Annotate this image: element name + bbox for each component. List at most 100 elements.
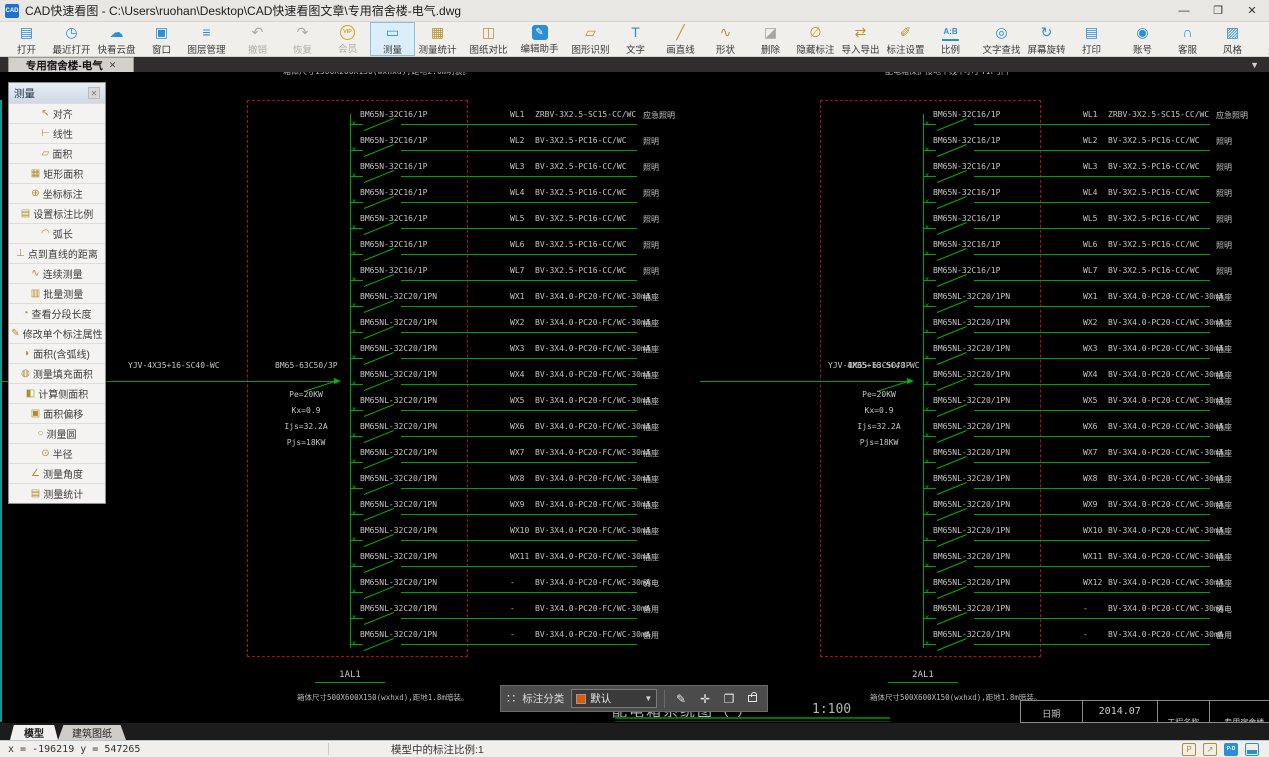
measure-item-continuous-measure[interactable]: ∿ 连续测量: [9, 263, 105, 283]
row-breaker-label: BM65NL-32C20/1PN: [360, 578, 438, 587]
measure-item-edit-annotation[interactable]: ✎ 修改单个标注属性: [9, 323, 105, 343]
toolbar-button-import-export[interactable]: ⇄ 导入导出: [838, 22, 883, 56]
feeder-cable-label: YJV-4X35+16-SC40-WC: [128, 361, 220, 370]
row-load-label: 插座: [643, 449, 659, 458]
toolbar-button-annotation-settings[interactable]: ✐ 标注设置: [883, 22, 928, 56]
toolbar-button-print[interactable]: ▤ 打印: [1069, 22, 1114, 56]
measure-item-fill-area[interactable]: ◍ 测量填充面积: [9, 363, 105, 383]
measure-item-area[interactable]: ▱ 面积: [9, 143, 105, 163]
toolbar-button-cloud[interactable]: ☁ 快看云盘: [94, 22, 139, 56]
toolbar-button-label: 图层管理: [187, 45, 226, 56]
measure-item-rect-area[interactable]: ▦ 矩形面积: [9, 163, 105, 183]
toolbar-button-compare[interactable]: ◫ 图纸对比: [466, 22, 511, 56]
measure-item-align-measure[interactable]: ↖ 对齐: [9, 103, 105, 123]
toolbar-button-scale[interactable]: A:B 比例: [928, 22, 973, 56]
move-annotation-icon[interactable]: ✛: [696, 692, 714, 706]
measure-button[interactable]: ▭ 测量: [370, 22, 415, 56]
measure-item-coordinate-annotation[interactable]: ⊕ 坐标标注: [9, 183, 105, 203]
toolbar-button-open-folder[interactable]: ▤ 打开: [4, 22, 49, 56]
measure-item-side-area[interactable]: ◧ 计算侧面积: [9, 383, 105, 403]
drawing-canvas[interactable]: 箱体尺寸1300X200X130(wxhxd),距地2.0m明装。 配电箱保护接…: [0, 72, 1269, 723]
chevron-down-icon[interactable]: ▼: [1250, 60, 1259, 70]
measure-item-area-offset[interactable]: ▣ 面积偏移: [9, 403, 105, 423]
switch-x-mark: ×: [925, 223, 930, 231]
toolbar-button-support-headset[interactable]: ∩ 客服: [1165, 22, 1210, 56]
copy-annotation-icon[interactable]: ❐: [720, 692, 738, 706]
toolbar-button-measure-stats[interactable]: ▦ 测量统计: [415, 22, 460, 56]
measure-item-radius[interactable]: ⊙ 半径: [9, 443, 105, 463]
restore-button[interactable]: ❐: [1201, 0, 1235, 22]
toolbar-button-vip[interactable]: VIP 会员: [325, 22, 370, 56]
switch-x-mark: ×: [352, 197, 357, 205]
tab-close-icon[interactable]: ✕: [109, 60, 117, 71]
toolbar-button-window[interactable]: ▣ 窗口: [139, 22, 184, 56]
document-tab[interactable]: 专用宿舍楼-电气 ✕: [8, 57, 134, 72]
row-cable-spec: BV-3X4.0-PC20-CC/WC-30mA: [1108, 370, 1224, 379]
layout-tab-model[interactable]: 模型: [10, 725, 58, 740]
toolbar-button-account[interactable]: ◉ 账号: [1120, 22, 1165, 56]
toolbar-button-recent-clock[interactable]: ◷ 最近打开: [49, 22, 94, 56]
pdf-tool-icon[interactable]: P: [1182, 742, 1196, 756]
measure-item-measure-angle[interactable]: ∠ 测量角度: [9, 463, 105, 483]
close-button[interactable]: ✕: [1235, 0, 1269, 22]
measure-item-measure-circle[interactable]: ○ 测量圆: [9, 423, 105, 443]
toolbar-button-layers[interactable]: ≡ 图层管理: [184, 22, 229, 56]
toolbar-button-screen-rotate[interactable]: ↻ 屏幕旋转: [1024, 22, 1069, 56]
row-circuit-id: WX10: [510, 526, 530, 535]
switch-x-mark: ×: [925, 639, 930, 647]
row-cable-spec: BV-3X4.0-PC20-CC/WC-30mA: [1108, 552, 1224, 561]
measure-item-label: 对齐: [52, 110, 73, 121]
toolbar-button-eraser[interactable]: ◪ 删除: [748, 22, 793, 56]
minimize-button[interactable]: —: [1167, 0, 1201, 22]
toolbar-button-style[interactable]: ▨ 风格: [1210, 22, 1255, 56]
point-to-line-icon: ⊥: [16, 248, 25, 259]
toolbar-button-text[interactable]: T 文字: [613, 22, 658, 56]
toolbar-button-hide-annotation[interactable]: ∅ 隐藏标注: [793, 22, 838, 56]
row-load-label: 插座: [1216, 319, 1232, 328]
close-icon[interactable]: ✕: [88, 87, 100, 99]
row-circuit-id: WL2: [510, 136, 525, 145]
breaker-param: Pe=20KW: [289, 390, 323, 399]
row-breaker-label: BM65NL-32C20/1PN: [360, 526, 438, 535]
measure-item-arc-length[interactable]: ◠ 弧长: [9, 223, 105, 243]
chevron-down-icon: ▼: [644, 694, 653, 703]
grid-icon[interactable]: ∷: [507, 691, 515, 707]
annotation-class-dropdown[interactable]: 默认 ▼: [571, 689, 658, 708]
measure-item-batch-measure[interactable]: ▥ 批量测量: [9, 283, 105, 303]
row-circuit-id: WX4: [510, 370, 525, 379]
toolbar-button-label: 测量: [382, 45, 402, 56]
row-load-label: 插座: [1216, 449, 1232, 458]
edit-annotation-icon[interactable]: ✎: [672, 692, 690, 706]
measure-item-area-with-arc[interactable]: ◗ 面积(含弧线): [9, 343, 105, 363]
measure-panel-header[interactable]: 测量 ✕: [9, 83, 105, 103]
panel-toggle-icon[interactable]: [1245, 742, 1259, 756]
toolbar-button-shapes[interactable]: ∿ 形状: [703, 22, 748, 56]
toolbar-button-shape-recognize[interactable]: ▱ 图形识别: [568, 22, 613, 56]
layout-tab-sheet[interactable]: 建筑图纸: [58, 725, 126, 740]
measure-circle-icon: ○: [37, 428, 44, 439]
lock-annotation-icon[interactable]: [748, 692, 757, 702]
row-load-label: 照明: [643, 137, 659, 146]
row-load-label: 插座: [1216, 475, 1232, 484]
row-cable-spec: BV-3X4.0-PC20-FC/WC-30mA: [535, 344, 651, 353]
toolbar-button-text-search[interactable]: ◎ 文字查找: [979, 22, 1024, 56]
toolbar-button-about[interactable]: ⓘ关于: [1255, 22, 1269, 56]
measure-item-measure-stats[interactable]: ▤ 测量统计: [9, 483, 105, 503]
measure-item-annotation-scale[interactable]: ▤ 设置标注比例: [9, 203, 105, 223]
pd-convert-icon[interactable]: P-D: [1224, 742, 1238, 756]
cad-top-note: 配电箱保护接地干线不小于TIP引下: [885, 72, 1011, 77]
measure-item-segment-length[interactable]: ◔ 查看分段长度: [9, 303, 105, 323]
continuous-measure-icon: ∿: [31, 268, 40, 279]
measure-item-label: 设置标注比例: [33, 210, 94, 221]
toolbar-button-undo[interactable]: ↶ 撤销: [235, 22, 280, 56]
main-toolbar: ▤ 打开 ◷ 最近打开 ☁ 快看云盘 ▣ 窗口 ≡ 图层管理 ↶ 撤销 ↷ 恢复 VIP 会员 ▭ 测量 ▦ 测量统计…: [0, 22, 1269, 57]
toolbar-button-redo[interactable]: ↷ 恢复: [280, 22, 325, 56]
toolbar-button-draw-line[interactable]: ╱ 画直线: [658, 22, 703, 56]
row-load-label: 插座: [1216, 397, 1232, 406]
measure-item-point-to-line[interactable]: ⊥ 点到直线的距离: [9, 243, 105, 263]
title-block-cell: 2014.07: [1083, 701, 1158, 722]
toolbar-button-edit-assistant[interactable]: ✎ 编辑助手: [517, 22, 562, 56]
measure-item-linear-measure[interactable]: ⊢ 线性: [9, 123, 105, 143]
row-breaker-label: BM65NL-32C20/1PN: [933, 396, 1011, 405]
export-share-icon[interactable]: ↗: [1203, 742, 1217, 756]
